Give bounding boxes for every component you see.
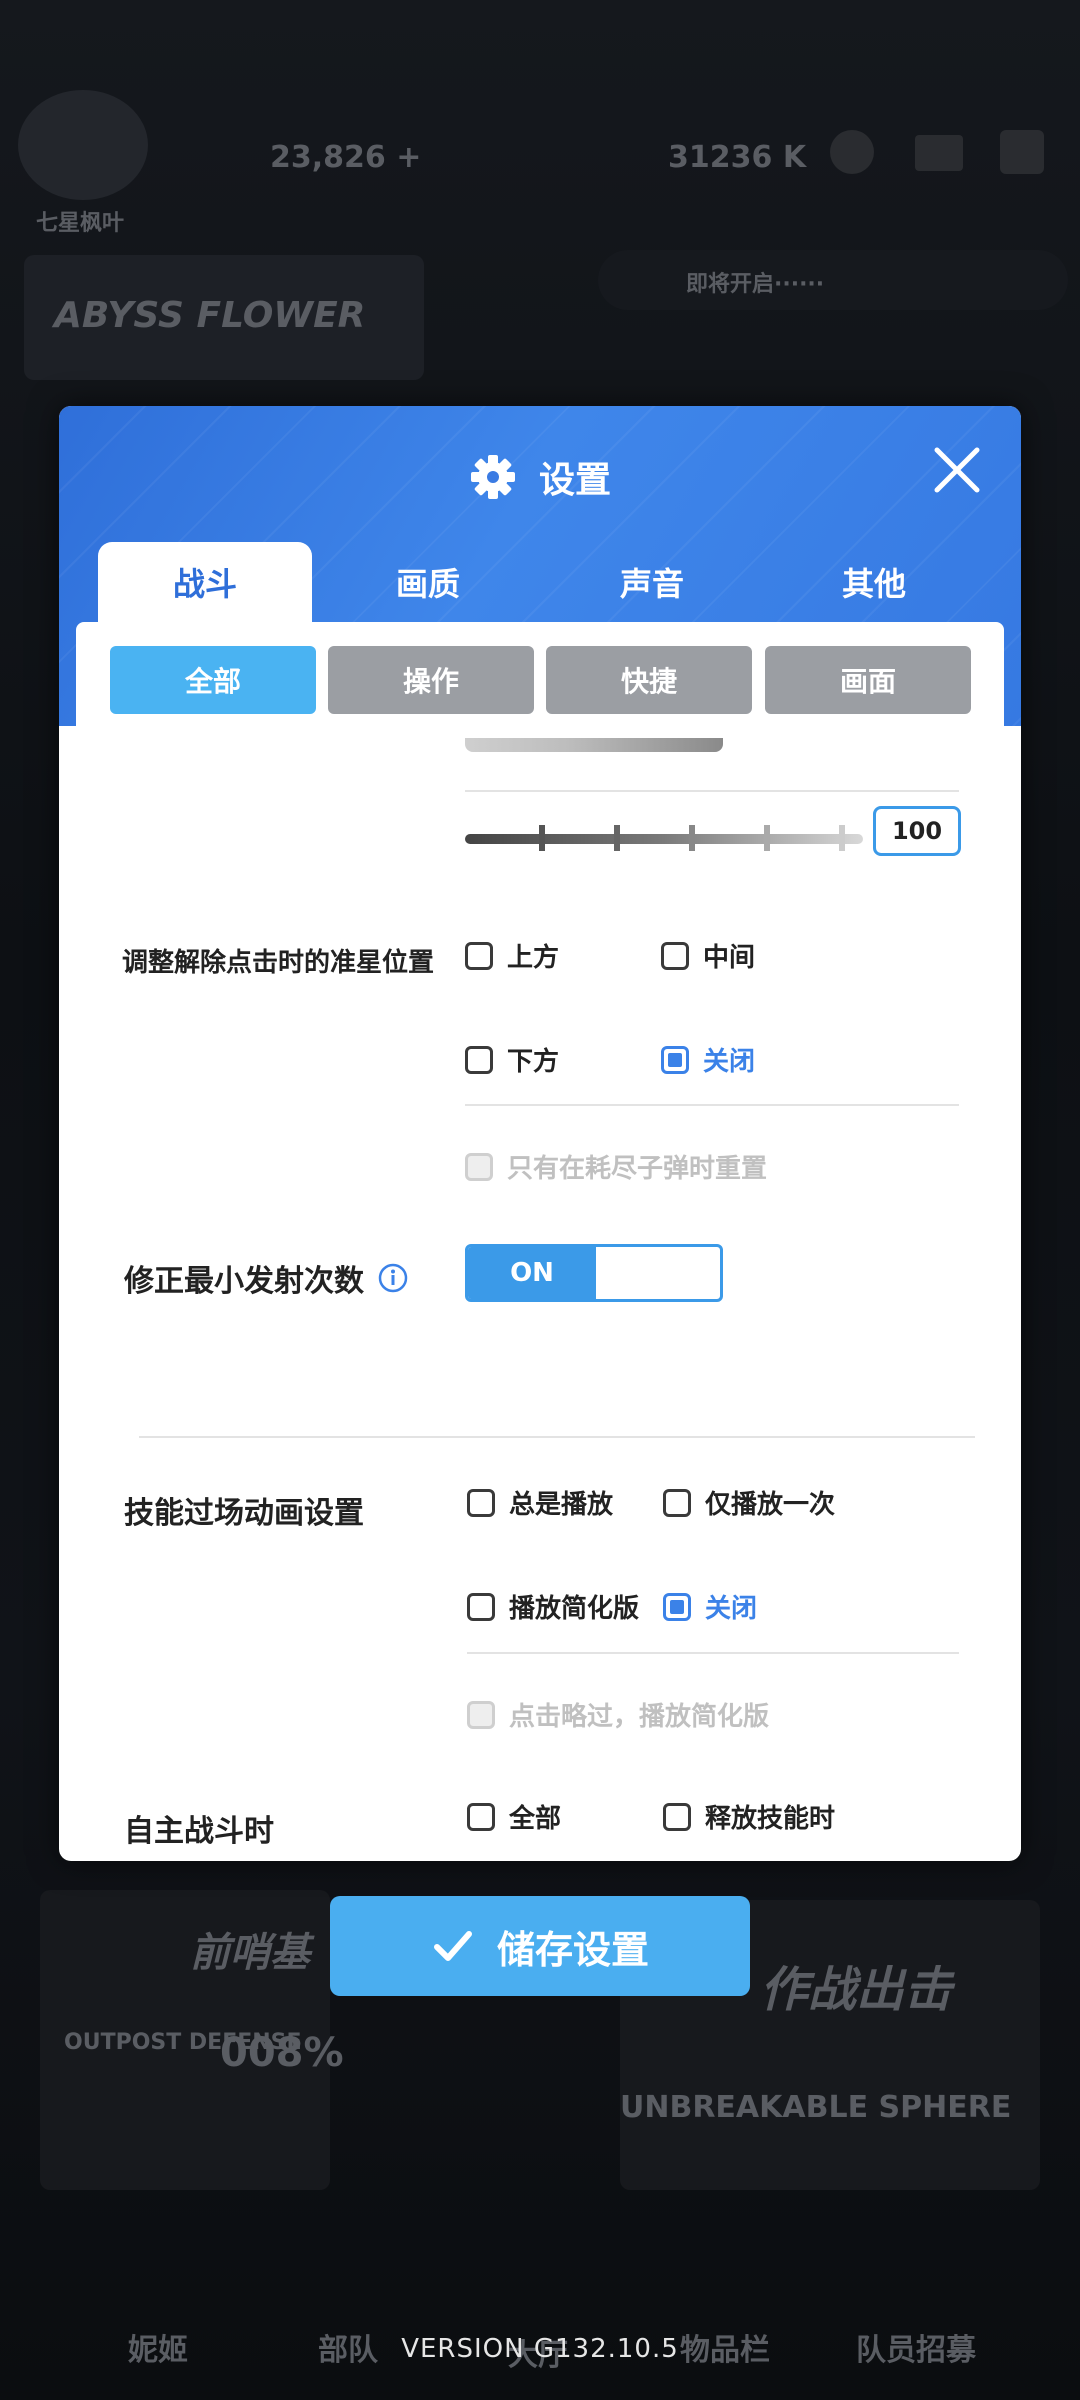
subtab-all[interactable]: 全部	[110, 646, 316, 714]
resource-credits: 31236 K	[668, 140, 807, 175]
toggle-on-label: ON	[468, 1247, 596, 1299]
auto-option-skill[interactable]: 释放技能时	[663, 1798, 835, 1835]
bell-icon[interactable]	[830, 130, 874, 174]
min-fire-label: 修正最小发射次数	[124, 1264, 364, 1299]
abyss-banner[interactable]: ABYSS FLOWER	[24, 255, 424, 380]
sensitivity-slider-track[interactable]	[465, 834, 863, 844]
mail-icon[interactable]	[915, 135, 963, 171]
auto-combat-label: 自主战斗时	[124, 1814, 274, 1849]
dialog-title-row: 设置	[59, 442, 1021, 512]
skill-anim-off[interactable]: 关闭	[663, 1588, 757, 1625]
tab-other[interactable]: 其他	[767, 542, 981, 622]
skill-anim-always[interactable]: 总是播放	[467, 1484, 613, 1521]
checkbox-disabled	[467, 1700, 495, 1729]
slider-tick	[764, 825, 770, 851]
settings-panel[interactable]: 全部 操作 快捷 画面 100 调整解除点击时的准星位置 上方 中间 下方 关闭…	[76, 622, 1004, 1852]
checkbox[interactable]	[465, 941, 493, 970]
slider-tick	[539, 825, 545, 851]
tab-sound[interactable]: 声音	[545, 542, 759, 622]
close-button[interactable]	[929, 442, 985, 498]
slider-value-box[interactable]: 100	[873, 806, 961, 856]
skill-anim-label: 技能过场动画设置	[124, 1496, 364, 1531]
aim-option-off[interactable]: 关闭	[661, 1041, 755, 1078]
checkbox-disabled	[465, 1152, 493, 1181]
min-fire-toggle[interactable]: ON	[465, 1244, 723, 1302]
checkbox[interactable]	[661, 941, 689, 970]
divider	[139, 1436, 975, 1438]
settings-dialog: 设置 战斗 画质 声音 其他 全部 操作 快捷 画面 100 调整解除点击时的准…	[59, 406, 1021, 1861]
slider-tick	[689, 825, 695, 851]
skip-simplified-option: 点击略过，播放简化版	[467, 1696, 769, 1733]
avatar[interactable]	[18, 90, 148, 200]
checkbox-checked[interactable]	[661, 1045, 689, 1074]
tab-combat[interactable]: 战斗	[98, 542, 312, 622]
checkmark-icon	[431, 1924, 475, 1968]
skill-anim-simplified[interactable]: 播放简化版	[467, 1588, 639, 1625]
checkbox[interactable]	[467, 1802, 495, 1831]
checkbox[interactable]	[663, 1488, 691, 1517]
tab-graphics[interactable]: 画质	[321, 542, 535, 622]
outpost-card[interactable]: 前哨基 OUTPOST DEFENSE 008%	[40, 1890, 344, 2190]
gear-icon	[469, 453, 517, 501]
checkbox[interactable]	[663, 1802, 691, 1831]
min-fire-row: 修正最小发射次数	[124, 1256, 408, 1300]
scrolled-slider-remnant	[465, 738, 723, 752]
notice-banner[interactable]: 即将开启······	[598, 250, 1068, 310]
divider	[465, 1104, 959, 1106]
subtab-display[interactable]: 画面	[765, 646, 971, 714]
save-settings-label: 储存设置	[496, 1927, 649, 1972]
slider-tick	[839, 825, 845, 851]
checkbox-checked[interactable]	[663, 1592, 691, 1621]
dialog-title: 设置	[538, 460, 611, 501]
divider	[467, 1652, 959, 1654]
subtab-controls[interactable]: 操作	[328, 646, 534, 714]
version-text: VERSION G132.10.5	[401, 2334, 679, 2364]
bottom-nav: 妮姬 部队 大厅 物品栏 队员招募	[0, 2180, 1080, 2373]
checkbox[interactable]	[465, 1045, 493, 1074]
reset-only-option: 只有在耗尽子弹时重置	[465, 1148, 767, 1185]
checkbox[interactable]	[467, 1592, 495, 1621]
menu-icon[interactable]	[1000, 130, 1044, 174]
resource-gems: 23,826 +	[270, 140, 422, 175]
aim-option-top[interactable]: 上方	[465, 937, 559, 974]
info-icon[interactable]	[378, 1263, 408, 1293]
slider-tick	[614, 825, 620, 851]
save-settings-button[interactable]: 储存设置	[330, 1896, 750, 1996]
aim-option-middle[interactable]: 中间	[661, 937, 755, 974]
auto-option-all[interactable]: 全部	[467, 1798, 561, 1835]
aim-option-bottom[interactable]: 下方	[465, 1041, 559, 1078]
divider	[465, 790, 959, 792]
skill-anim-once[interactable]: 仅播放一次	[663, 1484, 835, 1521]
subtab-shortcuts[interactable]: 快捷	[546, 646, 752, 714]
aim-position-label: 调整解除点击时的准星位置	[122, 948, 435, 978]
checkbox[interactable]	[467, 1488, 495, 1517]
close-icon	[934, 447, 980, 493]
player-name: 七星枫叶	[36, 211, 125, 236]
